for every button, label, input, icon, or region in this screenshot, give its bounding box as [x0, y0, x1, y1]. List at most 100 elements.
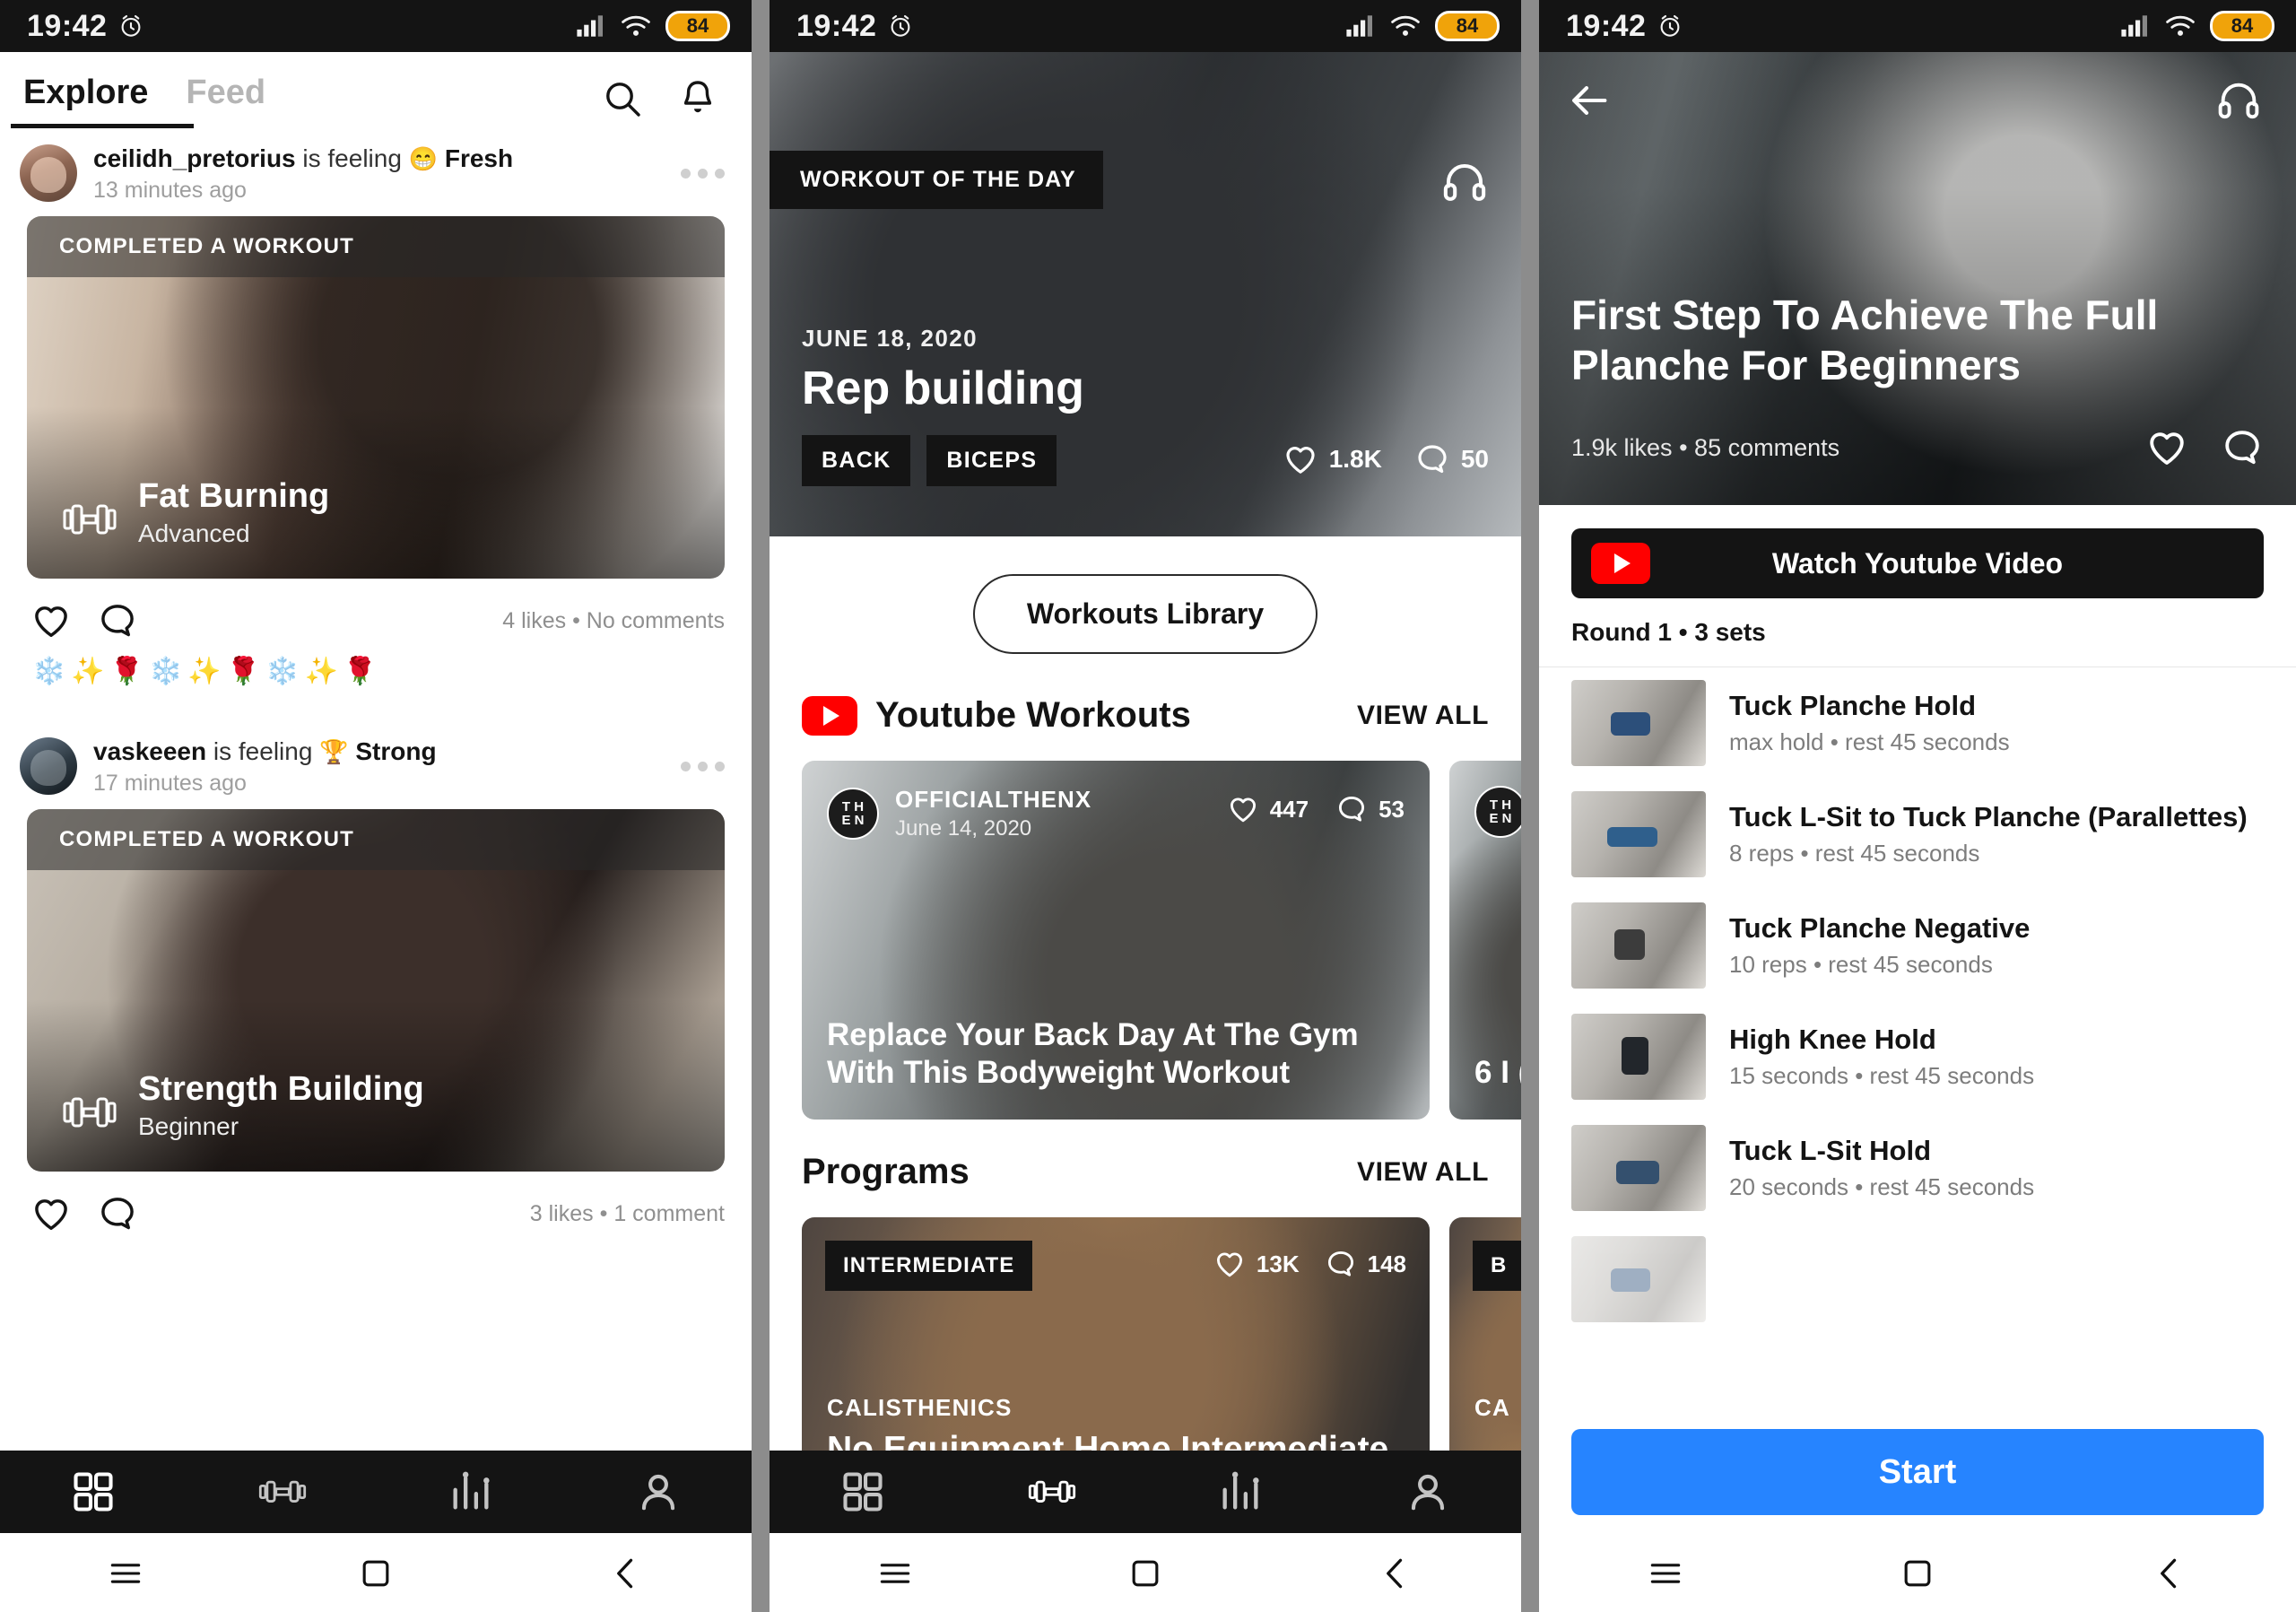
- home-icon[interactable]: [356, 1554, 396, 1593]
- alarm-icon: [122, 14, 141, 37]
- back-icon[interactable]: [606, 1554, 646, 1593]
- video-stats: 447 53: [1227, 793, 1405, 825]
- program-level-badge: B: [1473, 1241, 1521, 1291]
- stats-icon[interactable]: [448, 1468, 494, 1515]
- workout-of-the-day-hero[interactable]: WORKOUT OF THE DAY JUNE 18, 2020 Rep bui…: [770, 52, 1521, 536]
- comment-count: 148: [1367, 1250, 1406, 1277]
- home-icon[interactable]: [1898, 1554, 1937, 1593]
- post-more-button[interactable]: [668, 168, 725, 179]
- battery-indicator: 84: [2210, 11, 2274, 41]
- heart-icon[interactable]: [2145, 426, 2188, 469]
- tab-feed[interactable]: Feed: [186, 74, 265, 125]
- youtube-card-rail[interactable]: T HE N OFFICIALTHENX June 14, 2020 447 5…: [770, 736, 1521, 1120]
- exercise-name: Tuck L-Sit Hold: [1729, 1135, 1932, 1167]
- list-item[interactable]: [1539, 1224, 2296, 1335]
- list-item[interactable]: Tuck Planche Negative 10 reps • rest 45 …: [1539, 890, 2296, 1001]
- comment-stat[interactable]: 53: [1335, 793, 1405, 825]
- feed-post: vaskeeen is feeling 🏆 Strong 17 minutes …: [0, 718, 752, 1242]
- section-title-group: Programs: [802, 1152, 970, 1192]
- wotd-title: Rep building: [802, 362, 1084, 414]
- comment-stat[interactable]: 148: [1325, 1248, 1406, 1280]
- workout-title: Strength Building: [138, 1070, 424, 1109]
- back-icon[interactable]: [2150, 1554, 2189, 1593]
- wotd-body: JUNE 18, 2020 Rep building BACK BICEPS: [802, 325, 1084, 486]
- post-mood: Strong: [355, 737, 437, 765]
- dumbbell-icon[interactable]: [1027, 1468, 1077, 1515]
- post-actions: 4 likes • No comments: [0, 579, 752, 641]
- alarm-icon: [1661, 14, 1680, 37]
- tab-active-indicator: [11, 124, 194, 128]
- menu-icon[interactable]: [1646, 1554, 1685, 1593]
- section-title: Youtube Workouts: [875, 695, 1191, 735]
- post-headline: ceilidh_pretorius is feeling 😁 Fresh: [93, 143, 652, 174]
- post-more-button[interactable]: [668, 761, 725, 771]
- bell-icon[interactable]: [676, 77, 719, 120]
- search-icon[interactable]: [601, 77, 644, 120]
- exercise-info: Tuck L-Sit to Tuck Planche (Parallettes)…: [1729, 801, 2264, 867]
- programs-card-rail[interactable]: INTERMEDIATE 13K 148 CALISTHENICS No Equ…: [770, 1192, 1521, 1451]
- like-stat[interactable]: 447: [1227, 793, 1309, 825]
- heart-icon[interactable]: [30, 1193, 72, 1234]
- comment-icon[interactable]: [97, 600, 138, 641]
- profile-icon[interactable]: [635, 1468, 682, 1515]
- comment-icon[interactable]: [2221, 426, 2264, 469]
- menu-icon[interactable]: [106, 1554, 145, 1593]
- grid-icon[interactable]: [70, 1468, 117, 1515]
- program-card[interactable]: INTERMEDIATE 13K 148 CALISTHENICS No Equ…: [802, 1217, 1430, 1451]
- dumbbell-icon[interactable]: [257, 1468, 308, 1515]
- start-button[interactable]: Start: [1571, 1429, 2264, 1515]
- explore-content: Explore Feed ceilidh_pretorius is feelin…: [0, 52, 752, 1451]
- comment-icon[interactable]: [97, 1193, 138, 1234]
- explore-header: Explore Feed: [0, 52, 752, 128]
- back-icon[interactable]: [1376, 1554, 1415, 1593]
- exercise-info: [1729, 1277, 2264, 1282]
- view-all-button[interactable]: VIEW ALL: [1357, 1157, 1489, 1188]
- back-arrow-icon[interactable]: [1566, 77, 1613, 124]
- post-username[interactable]: vaskeeen: [93, 737, 206, 765]
- menu-icon[interactable]: [875, 1554, 915, 1593]
- tag-chip[interactable]: BACK: [802, 435, 911, 486]
- youtube-video-card[interactable]: T HE N 6 I (F(: [1449, 761, 1521, 1120]
- headphones-icon[interactable]: [1440, 158, 1489, 206]
- list-item[interactable]: High Knee Hold 15 seconds • rest 45 seco…: [1539, 1001, 2296, 1112]
- avatar[interactable]: [20, 737, 77, 795]
- post-username[interactable]: ceilidh_pretorius: [93, 144, 296, 172]
- program-card[interactable]: B CA No P: [1449, 1217, 1521, 1451]
- like-stat[interactable]: 1.8K: [1283, 441, 1382, 477]
- comment-stat[interactable]: 50: [1414, 441, 1489, 477]
- post-timestamp: 13 minutes ago: [93, 178, 247, 203]
- exercise-detail: 15 seconds • rest 45 seconds: [1729, 1061, 2035, 1089]
- headphones-icon[interactable]: [2215, 77, 2262, 124]
- workout-card[interactable]: COMPLETED A WORKOUT Fat Burning Advanced: [27, 216, 725, 579]
- post-meta: vaskeeen is feeling 🏆 Strong 17 minutes …: [93, 736, 652, 797]
- list-item[interactable]: Tuck Planche Hold max hold • rest 45 sec…: [1539, 667, 2296, 779]
- android-nav-bar: [770, 1533, 1521, 1612]
- feed-post: ceilidh_pretorius is feeling 😁 Fresh 13 …: [0, 125, 752, 718]
- wifi-icon: [2166, 15, 2195, 36]
- profile-icon[interactable]: [1405, 1468, 1451, 1515]
- home-icon[interactable]: [1126, 1554, 1165, 1593]
- avatar[interactable]: [20, 144, 77, 202]
- like-stat[interactable]: 13K: [1213, 1248, 1300, 1280]
- watch-youtube-button[interactable]: Watch Youtube Video: [1571, 528, 2264, 598]
- list-item[interactable]: Tuck L-Sit to Tuck Planche (Parallettes)…: [1539, 779, 2296, 890]
- hero-comments: 85 comments: [1694, 433, 1840, 461]
- tab-explore[interactable]: Explore: [23, 74, 148, 125]
- stats-icon[interactable]: [1217, 1468, 1264, 1515]
- youtube-video-card[interactable]: T HE N OFFICIALTHENX June 14, 2020 447 5…: [802, 761, 1430, 1120]
- heart-icon[interactable]: [30, 600, 72, 641]
- grid-icon[interactable]: [839, 1468, 886, 1515]
- status-bar-left: 19:42: [27, 9, 144, 44]
- comment-icon: [1327, 1250, 1353, 1277]
- post-feeling-text: is feeling: [213, 737, 313, 765]
- workout-card[interactable]: COMPLETED A WORKOUT Strength Building Be…: [27, 809, 725, 1172]
- post-headline: vaskeeen is feeling 🏆 Strong: [93, 736, 652, 767]
- list-item[interactable]: Tuck L-Sit Hold 20 seconds • rest 45 sec…: [1539, 1112, 2296, 1224]
- view-all-button[interactable]: VIEW ALL: [1357, 701, 1489, 731]
- program-level-badge: INTERMEDIATE: [825, 1241, 1033, 1291]
- post-reactions[interactable]: ❄️✨🌹❄️✨🌹❄️✨🌹: [0, 641, 752, 710]
- workouts-library-button[interactable]: Workouts Library: [972, 574, 1318, 654]
- section-title: Programs: [802, 1152, 970, 1191]
- tag-chip[interactable]: BICEPS: [926, 435, 1057, 486]
- exercise-list[interactable]: Tuck Planche Hold max hold • rest 45 sec…: [1539, 667, 2296, 1533]
